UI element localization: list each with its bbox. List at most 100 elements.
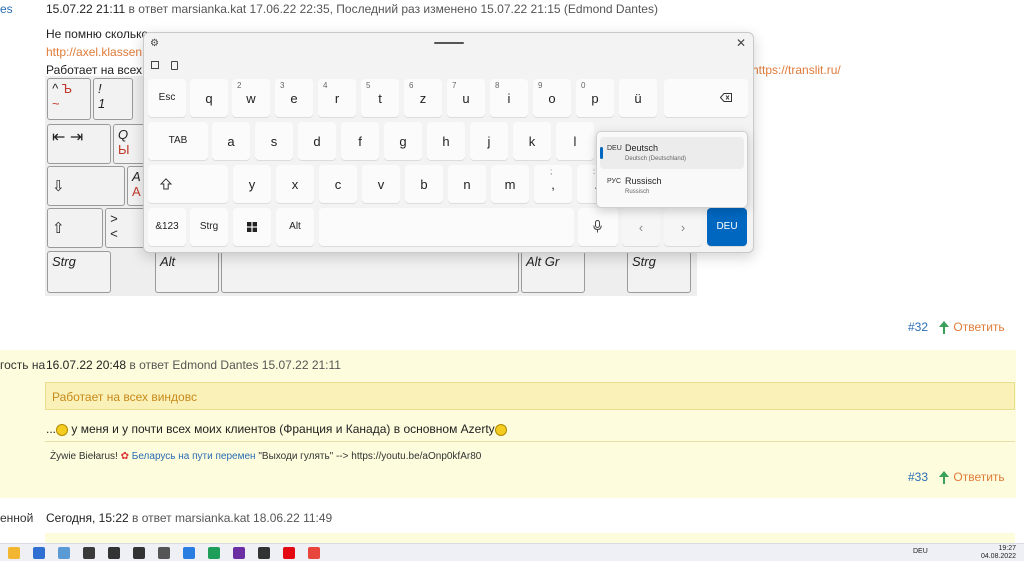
key-g[interactable]: g (384, 122, 422, 160)
key-k[interactable]: k (513, 122, 551, 160)
key-dictation[interactable] (578, 208, 618, 246)
post-header: 15.07.22 21:11 в ответ marsianka.kat 17.… (46, 2, 658, 16)
taskbar-app-icon[interactable] (133, 547, 145, 559)
image-key: ! 1 (93, 78, 133, 120)
key-left-arrow[interactable]: ‹ (622, 208, 660, 246)
taskbar-app-icon[interactable] (208, 547, 220, 559)
taskbar-app-icon[interactable] (283, 547, 295, 559)
post-time: Сегодня, 15:22 (46, 511, 129, 525)
key-ctrl[interactable]: Strg (190, 208, 228, 246)
paste-icon[interactable] (171, 61, 178, 70)
taskbar-app-icon[interactable] (33, 547, 45, 559)
key-j[interactable]: j (470, 122, 508, 160)
key-a[interactable]: a (212, 122, 250, 160)
chevron-left-icon: ‹ (638, 220, 644, 235)
key-b[interactable]: b (405, 165, 443, 203)
taskbar-app-icon[interactable] (158, 547, 170, 559)
key-language[interactable]: DEU (707, 208, 747, 246)
image-key: ^ Ъ ~ (47, 78, 91, 120)
key-v[interactable]: v (362, 165, 400, 203)
key-y[interactable]: y (233, 165, 271, 203)
language-menu: DEU Deutsch Deutsch (Deutschland) РУС Ru… (596, 131, 748, 208)
taskbar-app-icon[interactable] (83, 547, 95, 559)
key-backspace[interactable] (664, 79, 748, 117)
key-t[interactable]: 5t (361, 79, 399, 117)
image-key-tab: ⇤ ⇥ (47, 124, 111, 164)
key-z[interactable]: 6z (404, 79, 442, 117)
key-i[interactable]: 8i (490, 79, 528, 117)
post-container (45, 533, 1015, 543)
edited-prefix: Последний раз изменено (336, 2, 478, 16)
reply-button[interactable]: Ответить (953, 470, 1004, 484)
language-name: Deutsch (625, 143, 659, 153)
key-s[interactable]: s (255, 122, 293, 160)
taskbar-app-icon[interactable] (233, 547, 245, 559)
key-shift[interactable] (148, 165, 228, 203)
reply-to[interactable]: marsianka.kat 17.06.22 22:35, (172, 2, 333, 16)
reply-arrow-icon[interactable] (938, 470, 950, 485)
input-language-indicator[interactable]: DEU (913, 548, 928, 555)
chevron-right-icon: › (680, 220, 686, 235)
taskbar-app-icon[interactable] (183, 547, 195, 559)
quote-block: Работает на всех виндовс (45, 382, 1015, 410)
key-tab[interactable]: TAB (148, 122, 208, 160)
key-n[interactable]: n (448, 165, 486, 203)
clipboard-icon[interactable] (151, 61, 159, 69)
key-numbers[interactable]: &123 (148, 208, 186, 246)
key-w[interactable]: 2w (232, 79, 270, 117)
settings-gear-icon[interactable]: ⚙ (150, 38, 159, 49)
selected-indicator (600, 147, 603, 159)
post-text-line: Работает на всех в (46, 63, 152, 77)
post-number[interactable]: #33 (908, 470, 928, 484)
reply-button[interactable]: Ответить (953, 320, 1004, 334)
reply-to[interactable]: marsianka.kat 18.06.22 11:49 (175, 511, 332, 525)
key-e[interactable]: 3e (275, 79, 313, 117)
key-q[interactable]: q (190, 79, 228, 117)
smile-icon (494, 423, 507, 436)
taskbar-app-icon[interactable] (58, 547, 70, 559)
key-f[interactable]: f (341, 122, 379, 160)
language-option-russisch[interactable]: РУС Russisch Russisch (600, 170, 744, 202)
key-esc[interactable]: Esc (148, 79, 186, 117)
key-c[interactable]: c (319, 165, 357, 203)
taskbar-app-icon[interactable] (258, 547, 270, 559)
key-ue[interactable]: ü (619, 79, 657, 117)
signature-link[interactable]: Беларусь на пути перемен (132, 451, 256, 462)
key-right-arrow[interactable]: › (664, 208, 702, 246)
post-link[interactable]: http://axel.klassen. (46, 45, 145, 59)
key-space[interactable] (319, 208, 574, 246)
drag-handle[interactable] (434, 42, 464, 44)
key-comma[interactable]: ;, (534, 165, 572, 203)
key-p[interactable]: 0p (576, 79, 614, 117)
taskbar: DEU 19:27 04.08.2022 (0, 543, 1024, 561)
key-m[interactable]: m (491, 165, 529, 203)
key-alt[interactable]: Alt (276, 208, 314, 246)
post-header: 16.07.22 20:48 в ответ Edmond Dantes 15.… (46, 358, 341, 372)
clock[interactable]: 19:27 04.08.2022 (981, 545, 1016, 561)
reply-arrow-icon[interactable] (938, 320, 950, 335)
flower-icon: ✿ (120, 451, 129, 462)
key-x[interactable]: x (276, 165, 314, 203)
image-key-ctrl: Strg (47, 251, 111, 293)
key-r[interactable]: 4r (318, 79, 356, 117)
close-icon[interactable]: ✕ (736, 36, 746, 50)
key-o[interactable]: 9o (533, 79, 571, 117)
key-u[interactable]: 7u (447, 79, 485, 117)
taskbar-app-icon[interactable] (108, 547, 120, 559)
key-d[interactable]: d (298, 122, 336, 160)
key-l[interactable]: l (556, 122, 594, 160)
image-key-shift: ⇧ (47, 208, 103, 248)
key-h[interactable]: h (427, 122, 465, 160)
image-key-alt: Alt (155, 251, 219, 293)
image-key-ctrl: Strg (627, 251, 691, 293)
language-option-deutsch[interactable]: DEU Deutsch Deutsch (Deutschland) (600, 137, 744, 169)
language-subtitle: Deutsch (Deutschland) (625, 156, 687, 162)
reply-to[interactable]: Edmond Dantes 15.07.22 21:11 (172, 358, 341, 372)
key-windows[interactable] (233, 208, 271, 246)
post-header: Сегодня, 15:22 в ответ marsianka.kat 18.… (46, 511, 332, 525)
taskbar-app-icon[interactable] (8, 547, 20, 559)
language-code: DEU (607, 145, 622, 152)
post-number[interactable]: #32 (908, 320, 928, 334)
taskbar-app-icon[interactable] (308, 547, 320, 559)
translit-link[interactable]: https://translit.ru/ (752, 63, 841, 77)
